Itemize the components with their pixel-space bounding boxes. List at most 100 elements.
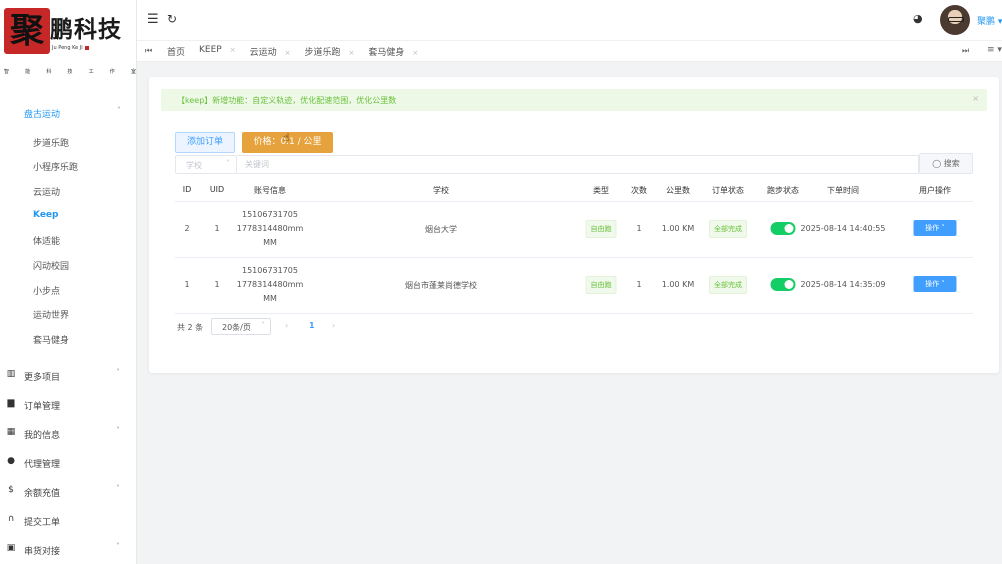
tab-label: 套马健身 (368, 48, 405, 58)
run-status-toggle[interactable] (770, 278, 796, 291)
alert-text: 【keep】新增功能：自定义轨迹，优化配速范围，优化公里数 (177, 96, 397, 105)
sidebar-item-budao[interactable]: 步道乐跑 (33, 136, 69, 149)
account-line: MM (263, 238, 277, 247)
sidebar-item-yundongshijie[interactable]: 运动世界 (33, 308, 69, 321)
type-tag: 自由跑 (585, 220, 617, 238)
slogan-char: 工 (88, 69, 94, 75)
col-account[interactable]: 账号信息 (254, 185, 286, 196)
col-actions[interactable]: 用户操作 (919, 185, 951, 196)
sidebar-item-my-info[interactable]: ▦ 我的信息 ˅ (0, 424, 137, 444)
tab-scroll-left-icon[interactable]: ⏮ (145, 46, 152, 56)
close-icon[interactable]: × (349, 49, 355, 57)
col-run-status[interactable]: 跑步状态 (767, 185, 799, 196)
prev-page-icon[interactable]: ‹ (285, 321, 288, 330)
col-type[interactable]: 类型 (593, 185, 609, 196)
slogan-char: 室 (130, 69, 136, 75)
link-icon: ▣ (6, 543, 16, 553)
col-count[interactable]: 次数 (631, 185, 647, 196)
cell-id: 1 (184, 280, 190, 289)
tab-label: 步道乐跑 (304, 48, 341, 58)
account-line: 15106731705 (241, 266, 298, 275)
sidebar-item-miniapp[interactable]: 小程序乐跑 (33, 160, 78, 173)
logo-english-text: Ju Peng Ke Ji (52, 45, 83, 51)
avatar[interactable] (940, 5, 970, 35)
col-id[interactable]: ID (183, 185, 192, 194)
username-dropdown[interactable]: 聚鹏 ▾ (977, 14, 1002, 27)
col-km[interactable]: 公里数 (666, 185, 690, 196)
sidebar-item-tishineng[interactable]: 体适能 (33, 234, 60, 247)
operation-dropdown-button[interactable]: 操作 ˅ (913, 276, 957, 292)
tab-scroll-right-icon[interactable]: ⏭ (962, 46, 969, 56)
add-order-button[interactable]: 添加订单 (175, 132, 235, 153)
sidebar-item-label: 代理管理 (24, 460, 61, 470)
tab-budao[interactable]: 步道乐跑 × (304, 45, 360, 58)
chevron-up-icon: ˄ (117, 106, 121, 115)
logo-red-square (84, 45, 89, 50)
top-header: ☰ ↻ ◕ 聚鹏 ▾ (137, 0, 1002, 40)
menu-toggle-icon[interactable]: ☰ (147, 12, 159, 27)
refresh-icon[interactable]: ↻ (167, 12, 177, 26)
close-icon[interactable]: × (285, 49, 291, 57)
logo-slogan: 智 能 科 技 工 作 室 (4, 68, 136, 75)
logo[interactable]: 聚 鹏科技 Ju Peng Ke Ji 智 能 科 技 工 作 室 (4, 8, 136, 75)
tab-yunyundong[interactable]: 云运动 × (250, 45, 297, 58)
sidebar-item-agents[interactable]: ● 代理管理 (0, 453, 137, 473)
search-button[interactable]: ◯ 搜索 (919, 153, 973, 174)
operation-dropdown-button[interactable]: 操作 ˅ (913, 220, 957, 236)
book-icon: ▥ (6, 369, 16, 379)
page-number[interactable]: 1 (309, 321, 315, 330)
chevron-down-icon: ˅ (116, 484, 120, 493)
sidebar-item-taoma[interactable]: 套马健身 (33, 333, 69, 346)
sidebar-item-yunyundong[interactable]: 云运动 (33, 185, 60, 198)
sidebar-item-tickets[interactable]: ∩ 提交工单 (0, 511, 137, 531)
select-value: 学校 (186, 161, 202, 170)
palette-icon[interactable]: ◕ (913, 12, 923, 25)
slogan-char: 能 (25, 69, 31, 75)
sidebar-item-xiaobudian[interactable]: 小步点 (33, 284, 60, 297)
account-line: 1778314480mm (236, 280, 304, 289)
keyword-input-wrap (237, 155, 919, 174)
cell-time: 2025-08-14 14:35:09 (800, 280, 886, 289)
tab-label: KEEP (199, 45, 222, 55)
pagination: 共 2 条 20条/页 ˅ ‹ 1 › (177, 318, 477, 336)
search-field-select[interactable]: 学校 ˅ (175, 155, 237, 174)
tab-menu-icon[interactable]: ≡ ▾ (987, 45, 1002, 55)
cell-account: 15106731705 1778314480mm MM (237, 264, 303, 306)
slogan-char: 作 (109, 69, 115, 75)
close-icon[interactable]: × (230, 46, 236, 54)
tab-home[interactable]: 首页 (167, 45, 191, 58)
sidebar-item-label: 我的信息 (24, 431, 61, 441)
sidebar-item-integration[interactable]: ▣ 串货对接 ˅ (0, 540, 137, 560)
cell-km: 1.00 KM (661, 224, 695, 233)
slogan-char: 智 (4, 69, 10, 75)
run-status-toggle[interactable] (770, 222, 796, 235)
keyword-input[interactable] (237, 156, 918, 173)
sidebar-item-more-projects[interactable]: ▥ 更多项目 ˅ (0, 366, 137, 386)
page-size-select[interactable]: 20条/页 ˅ (211, 318, 271, 335)
sidebar-item-keep[interactable]: Keep (33, 210, 58, 220)
col-order-status[interactable]: 订单状态 (712, 185, 744, 196)
sidebar: 聚 鹏科技 Ju Peng Ke Ji 智 能 科 技 工 作 室 盘古运动 ˄… (0, 0, 137, 564)
col-order-time[interactable]: 下单时间 (827, 185, 859, 196)
hand-cursor-icon: ☝ (283, 131, 290, 144)
document-icon: ▆ (7, 398, 15, 408)
sidebar-item-orders[interactable]: ▆ 订单管理 (0, 395, 137, 415)
sidebar-group-pangu[interactable]: 盘古运动 ˄ (0, 102, 137, 124)
next-page-icon[interactable]: › (332, 321, 335, 330)
tab-keep[interactable]: KEEP × (199, 45, 242, 58)
col-school[interactable]: 学校 (433, 185, 449, 196)
sidebar-item-recharge[interactable]: $ 余额充值 ˅ (0, 482, 137, 502)
account-line: MM (263, 294, 277, 303)
col-uid[interactable]: UID (210, 185, 224, 194)
tab-taoma[interactable]: 套马健身 × (368, 45, 424, 58)
close-icon[interactable]: × (972, 94, 979, 103)
cell-km: 1.00 KM (661, 280, 695, 289)
chevron-down-icon: ˅ (116, 542, 120, 551)
grid-icon: ▦ (6, 427, 16, 437)
cell-count: 1 (636, 280, 642, 289)
sidebar-group-label: 盘古运动 (24, 110, 61, 120)
table-row: 2 1 15106731705 1778314480mm MM 烟台大学 自由跑… (175, 202, 973, 258)
close-icon[interactable]: × (412, 49, 418, 57)
cell-school: 烟台市蓬莱尚德学校 (405, 281, 477, 290)
sidebar-item-shandong[interactable]: 闪动校园 (33, 259, 69, 272)
